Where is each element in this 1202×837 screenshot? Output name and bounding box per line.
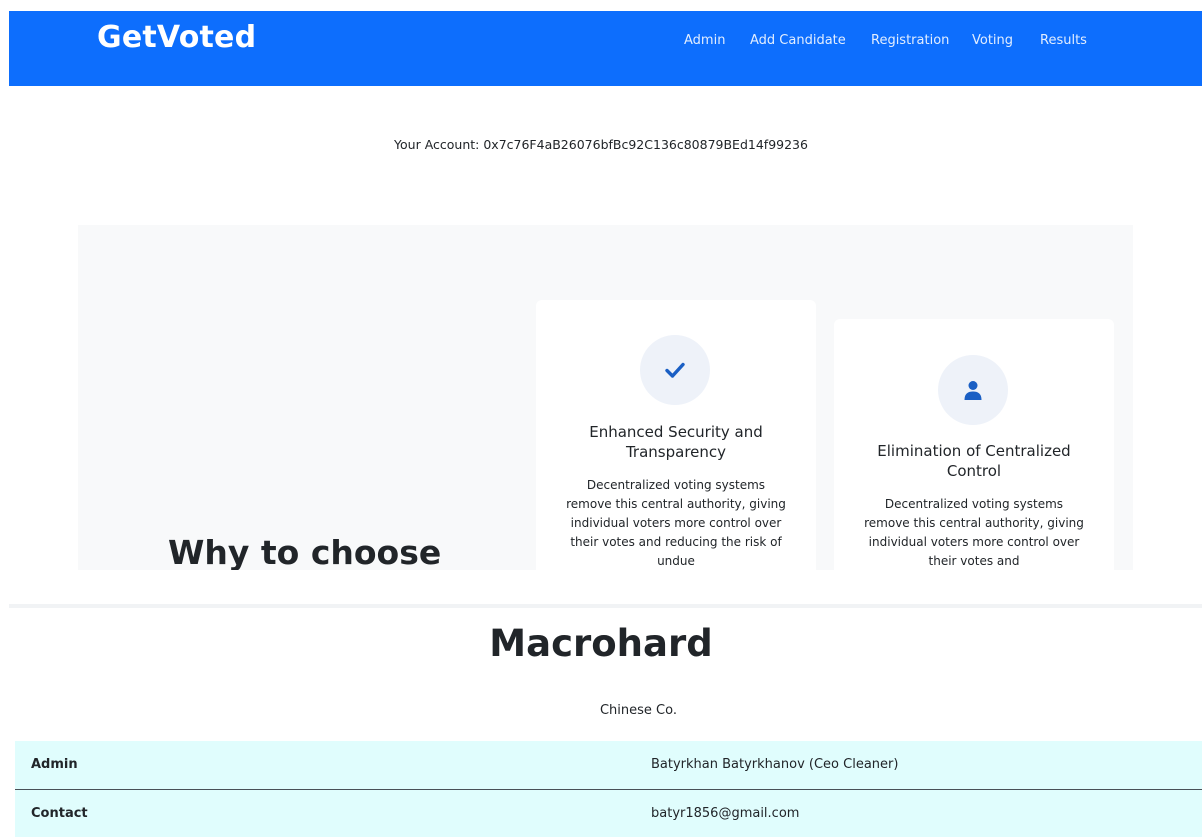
section-divider <box>9 604 1202 608</box>
organization-name: Macrohard <box>489 622 713 665</box>
feature-card-title: Elimination of Centralized Control <box>877 442 1071 480</box>
feature-card-decentralization: Elimination of Centralized Control Decen… <box>834 319 1114 570</box>
table-row: Contact batyr1856@gmail.com <box>15 790 1202 837</box>
row-value: batyr1856@gmail.com <box>651 806 800 821</box>
account-address: Your Account: 0x7c76F4aB26076bfBc92C136c… <box>394 137 808 152</box>
brand-logo[interactable]: GetVoted <box>97 20 256 55</box>
nav-link-admin[interactable]: Admin <box>684 33 725 48</box>
nav-link-add-candidate[interactable]: Add Candidate <box>750 33 846 48</box>
table-row: Admin Batyrkhan Batyrkhanov (Ceo Cleaner… <box>15 741 1202 789</box>
feature-card-text: Decentralized voting systems remove this… <box>566 478 786 568</box>
feature-card-title: Enhanced Security and Transparency <box>589 423 763 461</box>
nav-link-voting[interactable]: Voting <box>972 33 1013 48</box>
user-icon <box>938 355 1008 425</box>
feature-card-text: Decentralized voting systems remove this… <box>864 497 1084 568</box>
features-section: Why to choose Enhanced Security and Tran… <box>78 225 1133 570</box>
feature-card-security: Enhanced Security and Transparency Decen… <box>536 300 816 570</box>
nav-link-registration[interactable]: Registration <box>871 33 949 48</box>
why-choose-heading: Why to choose <box>168 533 442 570</box>
row-label: Contact <box>31 806 88 821</box>
row-value: Batyrkhan Batyrkhanov (Ceo Cleaner) <box>651 757 899 772</box>
check-icon <box>640 335 710 405</box>
top-navbar: GetVoted Admin Add Candidate Registratio… <box>9 11 1202 86</box>
row-label: Admin <box>31 757 78 772</box>
nav-link-results[interactable]: Results <box>1040 33 1087 48</box>
organization-subtitle: Chinese Co. <box>599 703 677 718</box>
